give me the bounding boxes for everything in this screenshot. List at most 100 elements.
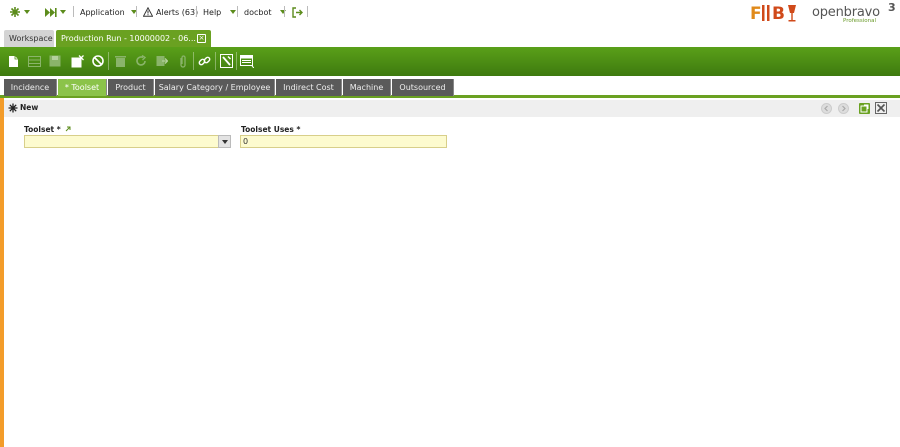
tab-incidence[interactable]: Incidence <box>4 79 57 96</box>
toolset-uses-input[interactable]: 0 <box>240 135 447 148</box>
status-label: New <box>20 103 39 112</box>
export-button[interactable] <box>155 53 169 69</box>
logo-version-text: 3 <box>888 1 896 14</box>
help-menu[interactable]: Help <box>203 5 237 19</box>
nav-separator <box>73 6 74 17</box>
save-close-icon <box>71 54 84 67</box>
logo-edition-text: Professional <box>843 18 877 24</box>
user-menu-label: docbot <box>244 7 272 17</box>
toolset-uses-field-label: Toolset Uses * <box>241 125 300 134</box>
tab-product[interactable]: Product <box>108 79 154 96</box>
chevron-down-icon <box>230 10 237 14</box>
cancel-icon <box>92 55 104 67</box>
process-button[interactable] <box>219 53 233 69</box>
tools-icon <box>219 54 233 68</box>
print-button[interactable] <box>240 53 254 69</box>
export-icon <box>156 56 168 66</box>
chevron-down-icon <box>24 10 30 14</box>
paperclip-icon <box>180 54 186 68</box>
tab-toolset[interactable]: * Toolset <box>58 79 107 96</box>
tab-product-label: Product <box>115 83 146 92</box>
window-icon <box>240 55 254 68</box>
active-view-indicator <box>0 98 4 447</box>
link-button[interactable] <box>197 53 211 69</box>
nav-separator <box>237 6 238 17</box>
alerts-label: Alerts (63) <box>156 7 199 17</box>
warning-icon <box>143 7 153 17</box>
arrow-right-icon <box>842 105 846 112</box>
tab-workspace-label: Workspace <box>9 34 53 43</box>
close-icon <box>875 102 887 114</box>
toolbar-separator <box>193 52 194 70</box>
logout-button[interactable] <box>292 5 303 19</box>
new-document-icon <box>8 55 18 67</box>
fast-forward-icon <box>45 7 57 17</box>
link-arrow-icon[interactable] <box>65 126 71 132</box>
grid-icon <box>27 55 41 67</box>
top-navigation-bar: Application Alerts (63) Help docbot F B <box>0 0 900 30</box>
window-tab-bar: Workspace Production Run - 10000002 - 06… <box>0 30 900 47</box>
alerts-link[interactable]: Alerts (63) <box>143 5 198 19</box>
close-form-button[interactable] <box>875 102 887 114</box>
quick-launch-menu[interactable] <box>9 5 30 19</box>
toolset-label-text: Toolset * <box>24 125 61 134</box>
maximize-button[interactable] <box>859 103 870 114</box>
record-status-bar: New <box>4 100 900 117</box>
tab-machine-label: Machine <box>349 83 384 92</box>
star-icon <box>10 7 20 17</box>
company-logo: F B <box>750 4 796 24</box>
refresh-button[interactable] <box>134 53 148 69</box>
nav-separator <box>196 6 197 17</box>
toolset-dropdown-button[interactable] <box>218 135 231 148</box>
toolset-uses-input-value: 0 <box>243 137 249 146</box>
toolbar <box>0 47 900 76</box>
save-button[interactable] <box>48 53 62 69</box>
toolset-field-label: Toolset * <box>24 125 71 134</box>
openbravo-logo: openbravo 3 Professional <box>808 1 896 26</box>
save-close-button[interactable] <box>70 53 84 69</box>
arrow-left-icon <box>824 105 828 112</box>
tab-salary-category-employee-label: Salary Category / Employee <box>158 83 271 92</box>
tab-toolset-label: * Toolset <box>64 83 100 92</box>
previous-record-button[interactable] <box>821 103 832 114</box>
tab-indirect-cost-label: Indirect Cost <box>283 83 334 92</box>
trash-icon <box>114 56 126 67</box>
nav-separator <box>307 6 308 17</box>
cancel-button[interactable] <box>91 53 105 69</box>
svg-text:B: B <box>772 4 785 24</box>
help-menu-label: Help <box>203 7 222 17</box>
toolbar-separator <box>215 52 216 70</box>
refresh-icon <box>136 55 147 66</box>
next-record-button[interactable] <box>838 103 849 114</box>
delete-button[interactable] <box>113 53 127 69</box>
maximize-icon <box>860 104 869 113</box>
nav-separator <box>284 6 285 17</box>
toolbar-separator <box>108 52 109 70</box>
new-row-button[interactable] <box>27 53 41 69</box>
tab-outsourced[interactable]: Outsourced <box>392 79 454 96</box>
link-icon <box>198 56 210 65</box>
toolset-input[interactable] <box>24 135 219 148</box>
tab-outsourced-label: Outsourced <box>399 83 446 92</box>
svg-text:F: F <box>750 4 762 24</box>
tab-production-run-label: Production Run - 10000002 - 06... <box>61 34 196 43</box>
tab-indirect-cost[interactable]: Indirect Cost <box>276 79 342 96</box>
user-menu[interactable]: docbot <box>244 5 287 19</box>
toolset-uses-label-text: Toolset Uses * <box>241 125 301 134</box>
toolbar-separator <box>236 52 237 70</box>
new-document-button[interactable] <box>6 53 20 69</box>
new-record-star-icon <box>8 103 18 113</box>
tab-machine[interactable]: Machine <box>343 79 391 96</box>
quick-create-menu[interactable] <box>44 5 66 19</box>
tab-incidence-label: Incidence <box>10 83 50 92</box>
tab-production-run[interactable]: Production Run - 10000002 - 06... × <box>56 30 211 47</box>
chevron-down-icon <box>60 10 66 14</box>
application-menu[interactable]: Application <box>80 5 137 19</box>
nav-separator <box>136 6 137 17</box>
logout-icon <box>292 6 303 18</box>
close-icon[interactable]: × <box>197 34 206 43</box>
attachment-button[interactable] <box>176 53 190 69</box>
tab-workspace[interactable]: Workspace <box>4 30 54 47</box>
tab-salary-category-employee[interactable]: Salary Category / Employee <box>155 79 275 96</box>
application-menu-label: Application <box>80 7 125 17</box>
